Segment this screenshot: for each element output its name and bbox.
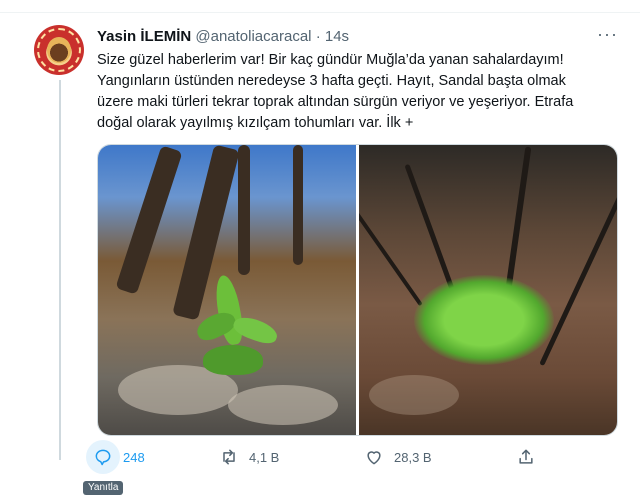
heart-icon xyxy=(367,451,381,465)
tree-trunk xyxy=(115,145,183,295)
burnt-branch xyxy=(359,197,423,307)
ash-patch xyxy=(369,375,459,415)
burnt-branch xyxy=(539,182,617,367)
media-photo-right[interactable] xyxy=(359,145,617,435)
retweet-count: 4,1 B xyxy=(249,449,280,465)
green-shrub xyxy=(414,275,554,365)
reply-icon xyxy=(95,449,111,466)
top-separator xyxy=(0,12,640,13)
tweet-media xyxy=(97,144,618,436)
header-separator: · xyxy=(315,28,321,45)
tweet-actions: 248 4,1 B 28,3 B xyxy=(86,440,536,474)
reply-button[interactable]: 248 xyxy=(86,440,145,474)
avatar-emblem-icon xyxy=(47,37,71,63)
avatar[interactable] xyxy=(34,25,84,75)
author-handle[interactable]: @anatoliacaracal xyxy=(195,28,311,45)
tweet-header: Yasin İLEMİN @anatoliacaracal · 14s xyxy=(97,28,349,46)
author-name[interactable]: Yasin İLEMİN xyxy=(97,28,191,45)
tweet-text: Size güzel haberlerim var! Bir kaç gündü… xyxy=(97,50,617,134)
share-button[interactable] xyxy=(516,447,536,467)
tweet-text-line: Yangınların üstünden neredeyse 3 hafta g… xyxy=(97,73,566,89)
tweet-text-line: Size güzel haberlerim var! Bir kaç gündü… xyxy=(97,52,564,68)
retweet-icon xyxy=(223,449,235,465)
like-button[interactable]: 28,3 B xyxy=(364,447,432,467)
thread-connector-line xyxy=(59,80,61,460)
ash-patch xyxy=(228,385,338,425)
tweet-time[interactable]: 14s xyxy=(325,28,349,45)
reply-count: 248 xyxy=(123,449,145,465)
like-count: 28,3 B xyxy=(394,449,432,465)
tree-trunk xyxy=(238,145,250,275)
tweet-text-line: doğal olarak yayılmış kızılçam tohumları… xyxy=(97,115,414,131)
share-icon xyxy=(519,449,533,464)
reply-tooltip: Yanıtla xyxy=(83,481,124,495)
green-shoot xyxy=(203,345,263,375)
more-options-icon[interactable]: ··· xyxy=(597,24,618,45)
tweet-text-line: üzere maki türleri tekrar toprak altında… xyxy=(97,94,574,110)
media-photo-left[interactable] xyxy=(98,145,356,435)
reply-icon-wrap xyxy=(86,440,120,474)
retweet-button[interactable]: 4,1 B xyxy=(219,447,279,467)
tree-trunk xyxy=(293,145,303,265)
